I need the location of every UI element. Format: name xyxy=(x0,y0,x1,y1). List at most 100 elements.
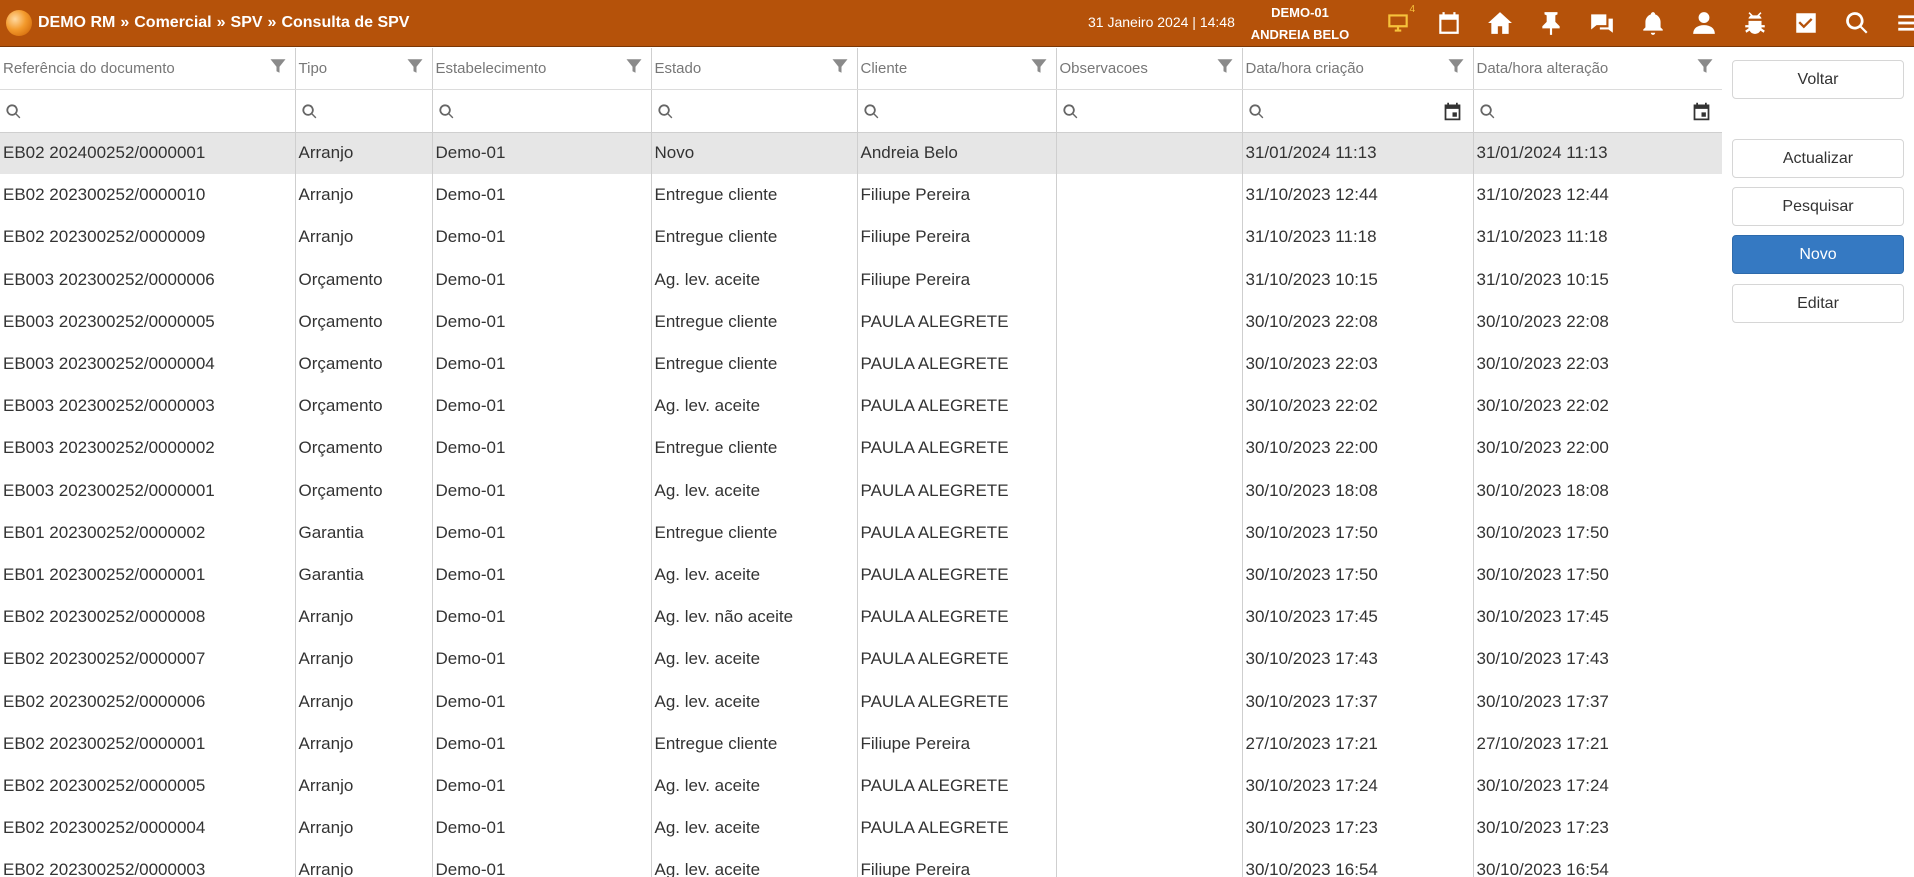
table-row[interactable]: EB02 202300252/0000001 Arranjo Demo-01 Entr… xyxy=(0,722,1722,765)
table-cell: Novo xyxy=(651,132,858,175)
table-cell: Orçamento xyxy=(295,385,433,428)
table-cell: 31/10/2023 12:44 xyxy=(1242,174,1474,217)
filter-icon[interactable] xyxy=(1030,57,1048,75)
table-cell: 30/10/2023 22:08 xyxy=(1473,300,1722,343)
search-input-data-alteracao[interactable] xyxy=(1499,93,1690,128)
search-input-referencia[interactable] xyxy=(26,93,263,128)
home-icon[interactable] xyxy=(1474,5,1525,41)
filter-icon[interactable] xyxy=(1696,57,1714,75)
monitor-icon[interactable]: 4 xyxy=(1372,4,1423,41)
table-cell: 31/10/2023 12:44 xyxy=(1473,174,1722,217)
table-cell xyxy=(1056,511,1243,554)
back-button[interactable]: Voltar xyxy=(1732,60,1904,99)
table-row[interactable]: EB003 202300252/0000003 Orçamento Demo-01 A… xyxy=(0,385,1722,428)
table-row[interactable]: EB02 202300252/0000004 Arranjo Demo-01 Ag. … xyxy=(0,807,1722,850)
menu-icon[interactable] xyxy=(1882,5,1914,41)
table-cell: PAULA ALEGRETE xyxy=(857,680,1057,723)
column-label: Data/hora criação xyxy=(1245,59,1364,77)
column-header-cliente[interactable]: Cliente xyxy=(857,48,1057,90)
column-header-data-alteracao[interactable]: Data/hora alteração xyxy=(1473,48,1722,90)
table-row[interactable]: EB02 202300252/0000008 Arranjo Demo-01 Ag. … xyxy=(0,596,1722,639)
search-icon xyxy=(438,103,455,120)
table-cell: 31/10/2023 10:15 xyxy=(1242,258,1474,301)
table-cell: Entregue cliente xyxy=(651,722,858,765)
filter-icon[interactable] xyxy=(406,57,424,75)
table-cell: Demo-01 xyxy=(432,722,652,765)
table-cell xyxy=(1056,722,1243,765)
logo-icon[interactable] xyxy=(6,10,32,36)
table-cell: 30/10/2023 22:03 xyxy=(1242,342,1474,386)
checkbox-icon[interactable] xyxy=(1780,5,1831,41)
filter-icon[interactable] xyxy=(1447,57,1465,75)
filter-icon[interactable] xyxy=(1216,57,1234,75)
chat-icon[interactable] xyxy=(1576,5,1627,41)
table-row[interactable]: EB02 202300252/0000006 Arranjo Demo-01 Ag. … xyxy=(0,680,1722,723)
new-button[interactable]: Novo xyxy=(1732,235,1904,274)
search-icon xyxy=(657,103,674,120)
table-cell xyxy=(1056,174,1243,217)
table-row[interactable]: EB02 202300252/0000010 Arranjo Demo-01 Entr… xyxy=(0,174,1722,217)
table-row[interactable]: EB02 202300252/0000007 Arranjo Demo-01 Ag. … xyxy=(0,638,1722,681)
calendar-picker-icon[interactable] xyxy=(1691,101,1712,122)
search-input-tipo[interactable] xyxy=(321,93,400,128)
table-cell: PAULA ALEGRETE xyxy=(857,342,1057,386)
table-row[interactable]: EB003 202300252/0000001 Orçamento Demo-01 A… xyxy=(0,469,1722,512)
column-header-observacoes[interactable]: Observacoes xyxy=(1056,48,1243,90)
filter-icon[interactable] xyxy=(625,57,643,75)
table-cell: EB01 202300252/0000002 xyxy=(0,511,296,554)
table-row[interactable]: EB003 202300252/0000005 Orçamento Demo-01 E… xyxy=(0,300,1722,343)
table-cell: Entregue cliente xyxy=(651,511,858,554)
table-row[interactable]: EB01 202300252/0000001 Garantia Demo-01 Ag.… xyxy=(0,553,1722,597)
search-input-observacoes[interactable] xyxy=(1082,93,1210,128)
pin-icon[interactable] xyxy=(1525,5,1576,41)
table-cell xyxy=(1056,427,1243,470)
user-info[interactable]: DEMO-01 ANDREIA BELO xyxy=(1240,2,1360,46)
table-cell: Demo-01 xyxy=(432,342,652,386)
column-header-tipo[interactable]: Tipo xyxy=(295,48,433,90)
table-cell: EB02 202300252/0000006 xyxy=(0,680,296,723)
table-cell: Demo-01 xyxy=(432,638,652,681)
table-row[interactable]: EB003 202300252/0000006 Orçamento Demo-01 A… xyxy=(0,258,1722,301)
column-header-estabelecimento[interactable]: Estabelecimento xyxy=(432,48,652,90)
table-row[interactable]: EB003 202300252/0000004 Orçamento Demo-01 E… xyxy=(0,342,1722,386)
bell-icon[interactable] xyxy=(1627,5,1678,41)
calendar-picker-icon[interactable] xyxy=(1442,101,1463,122)
refresh-button[interactable]: Actualizar xyxy=(1732,139,1904,178)
breadcrumb-item-comercial[interactable]: Comercial xyxy=(134,14,211,31)
table-cell xyxy=(1056,680,1243,723)
column-header-referencia[interactable]: Referência do documento xyxy=(0,48,296,90)
table-row[interactable]: EB01 202300252/0000002 Garantia Demo-01 Ent… xyxy=(0,511,1722,554)
table-row[interactable]: EB02 202300252/0000005 Arranjo Demo-01 Ag. … xyxy=(0,764,1722,807)
table-cell: EB02 202300252/0000004 xyxy=(0,807,296,850)
breadcrumb-separator: » xyxy=(120,14,130,31)
search-input-data-criacao[interactable] xyxy=(1268,93,1441,128)
search-input-estado[interactable] xyxy=(677,93,825,128)
calendar-icon[interactable] xyxy=(1423,5,1474,41)
search-icon[interactable] xyxy=(1831,5,1882,41)
breadcrumb-item-spv[interactable]: SPV xyxy=(231,14,263,31)
filter-icon[interactable] xyxy=(831,57,849,75)
bug-icon[interactable] xyxy=(1729,5,1780,41)
search-button[interactable]: Pesquisar xyxy=(1732,187,1904,226)
table-cell: Arranjo xyxy=(295,174,433,217)
filter-icon[interactable] xyxy=(269,57,287,75)
table-cell: Arranjo xyxy=(295,132,433,175)
breadcrumb-item-demo-rm[interactable]: DEMO RM xyxy=(38,14,115,31)
table-row[interactable]: EB02 202300252/0000009 Arranjo Demo-01 Entr… xyxy=(0,216,1722,259)
column-header-data-criacao[interactable]: Data/hora criação xyxy=(1242,48,1474,90)
search-cell-data-alteracao xyxy=(1473,89,1722,133)
spv-grid: Referência do documento Tipo Estabelecim… xyxy=(0,48,1722,877)
table-row[interactable]: EB003 202300252/0000002 Orçamento Demo-01 E… xyxy=(0,427,1722,470)
table-row[interactable]: EB02 202300252/0000003 Arranjo Demo-01 Ag. … xyxy=(0,849,1722,877)
table-cell: Demo-01 xyxy=(432,849,652,877)
search-input-estabelecimento[interactable] xyxy=(458,93,619,128)
edit-button[interactable]: Editar xyxy=(1732,284,1904,323)
user-icon[interactable] xyxy=(1678,5,1729,41)
table-cell: 30/10/2023 22:08 xyxy=(1242,300,1474,343)
table-cell xyxy=(1056,596,1243,639)
table-cell: Demo-01 xyxy=(432,258,652,301)
search-input-cliente[interactable] xyxy=(883,93,1024,128)
table-row[interactable]: EB02 202400252/0000001 Arranjo Demo-01 Novo… xyxy=(0,132,1722,175)
table-cell: 30/10/2023 17:50 xyxy=(1242,553,1474,597)
column-header-estado[interactable]: Estado xyxy=(651,48,858,90)
